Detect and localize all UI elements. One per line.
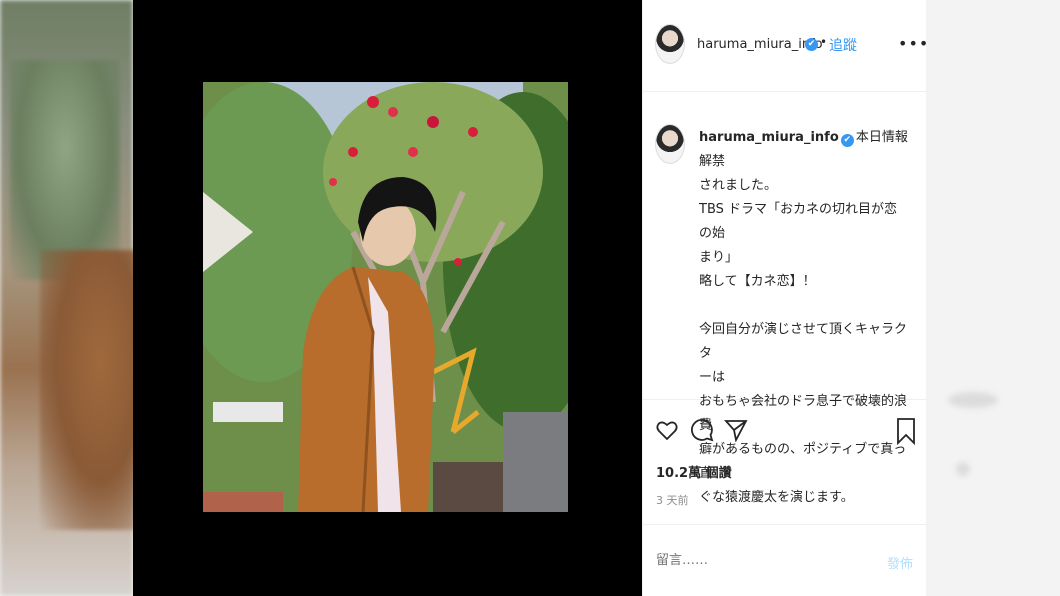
bookmark-icon[interactable]	[895, 417, 917, 445]
post-header: haruma_miura_info ✔ • 追蹤 •••	[643, 0, 929, 92]
action-bar: 10.2萬 個讚 3 天前	[643, 400, 927, 524]
share-icon[interactable]	[724, 418, 748, 442]
blurred-background-left	[0, 0, 140, 596]
blur-spot	[948, 392, 998, 408]
verified-badge-icon: ✔	[840, 134, 854, 147]
avatar[interactable]	[655, 24, 685, 64]
follow-separator: •	[820, 35, 828, 49]
post-photo[interactable]	[203, 82, 568, 512]
avatar[interactable]	[655, 124, 685, 164]
blur-jacket	[40, 250, 140, 530]
comment-icon[interactable]	[690, 418, 714, 442]
verified-badge-icon: ✔	[805, 38, 818, 51]
blur-foliage	[10, 60, 120, 280]
blur-spot	[956, 462, 970, 476]
post-comment-button[interactable]: 發佈	[887, 553, 913, 572]
likes-count[interactable]: 10.2萬 個讚	[656, 462, 732, 481]
header-username[interactable]: haruma_miura_info	[697, 37, 823, 52]
caption-section: haruma_miura_info ✔ 本日情報解禁 されました。 TBS ドラマ…	[643, 92, 927, 505]
post-side-panel: haruma_miura_info ✔ • 追蹤 ••• haruma_miur…	[642, 0, 929, 596]
blurred-background-right	[926, 0, 1060, 596]
caption-username[interactable]: haruma_miura_info	[699, 130, 839, 145]
follow-button[interactable]: 追蹤	[829, 35, 857, 55]
post-timestamp[interactable]: 3 天前	[656, 492, 689, 508]
comment-input[interactable]	[656, 553, 856, 568]
photo-illustration	[203, 82, 568, 512]
post-media	[133, 0, 642, 596]
comment-bar: 發佈	[643, 524, 927, 596]
instagram-post-viewer: haruma_miura_info ✔ • 追蹤 ••• haruma_miur…	[0, 0, 1060, 596]
heart-icon[interactable]	[655, 418, 679, 442]
more-options-icon[interactable]: •••	[898, 34, 929, 53]
